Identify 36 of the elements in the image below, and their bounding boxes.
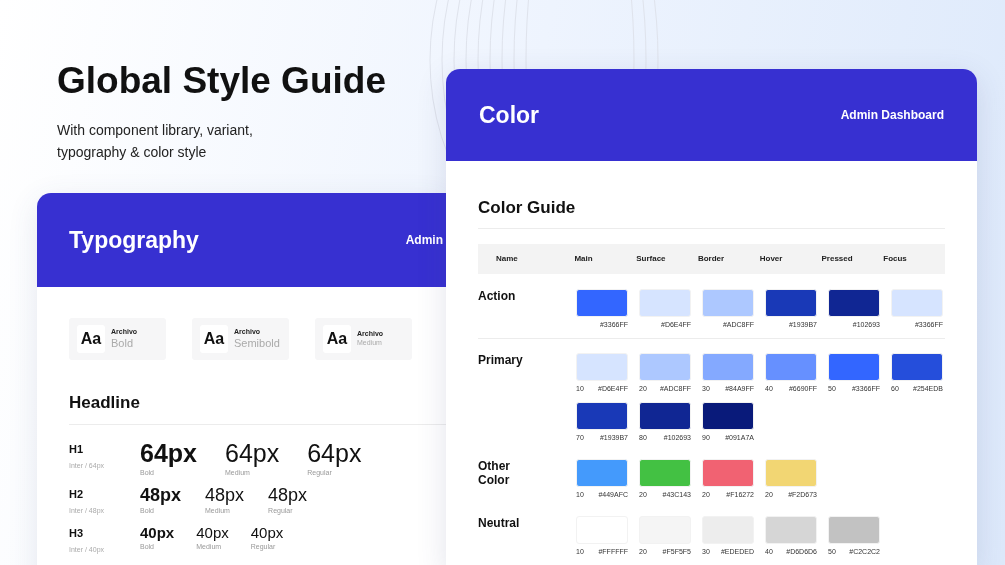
group-name: Neutral (478, 515, 521, 530)
font-sample: Aa (200, 325, 228, 353)
section-title: Color Guide (478, 197, 577, 219)
size-sample: 40px (250, 524, 284, 540)
size-sample: 40px (140, 524, 175, 540)
group-name: Action (478, 288, 517, 303)
headline-tag: H1 (69, 440, 140, 457)
headline-tag: H2 (69, 485, 140, 502)
card-title: Color (479, 100, 540, 130)
group-name: Other Color (478, 458, 511, 487)
size-sample: 64px (307, 440, 362, 466)
column-header: Main (574, 252, 594, 265)
section-title: Headline (69, 392, 141, 414)
column-header: Name (495, 252, 519, 265)
card-title: Typography (69, 225, 199, 255)
hero-subtitle: With component library, variant, typography & color style (57, 121, 254, 162)
column-header: Border (697, 252, 726, 265)
size-sample: 48px (140, 485, 182, 504)
column-header: Pressed (821, 252, 854, 265)
font-weight: Bold (111, 336, 135, 351)
column-header: Hover (759, 252, 784, 265)
size-sample: 64px (225, 440, 280, 466)
header-link[interactable]: Admin Dashboard (840, 106, 944, 124)
size-sample: 48px (268, 485, 308, 504)
group-name: Primary (478, 352, 524, 367)
hero-title: Global Style Guide (57, 62, 386, 99)
column-header: Focus (883, 252, 908, 265)
font-sample: Aa (77, 325, 105, 353)
font-weight: Semibold (234, 336, 280, 351)
size-sample: 48px (205, 485, 245, 504)
header-link[interactable]: Admin (405, 231, 443, 249)
headline-tag: H3 (69, 524, 140, 541)
size-sample: 64px (140, 440, 197, 466)
size-sample: 40px (196, 524, 229, 540)
column-header: Surface (636, 252, 667, 265)
font-sample: Aa (323, 325, 351, 353)
